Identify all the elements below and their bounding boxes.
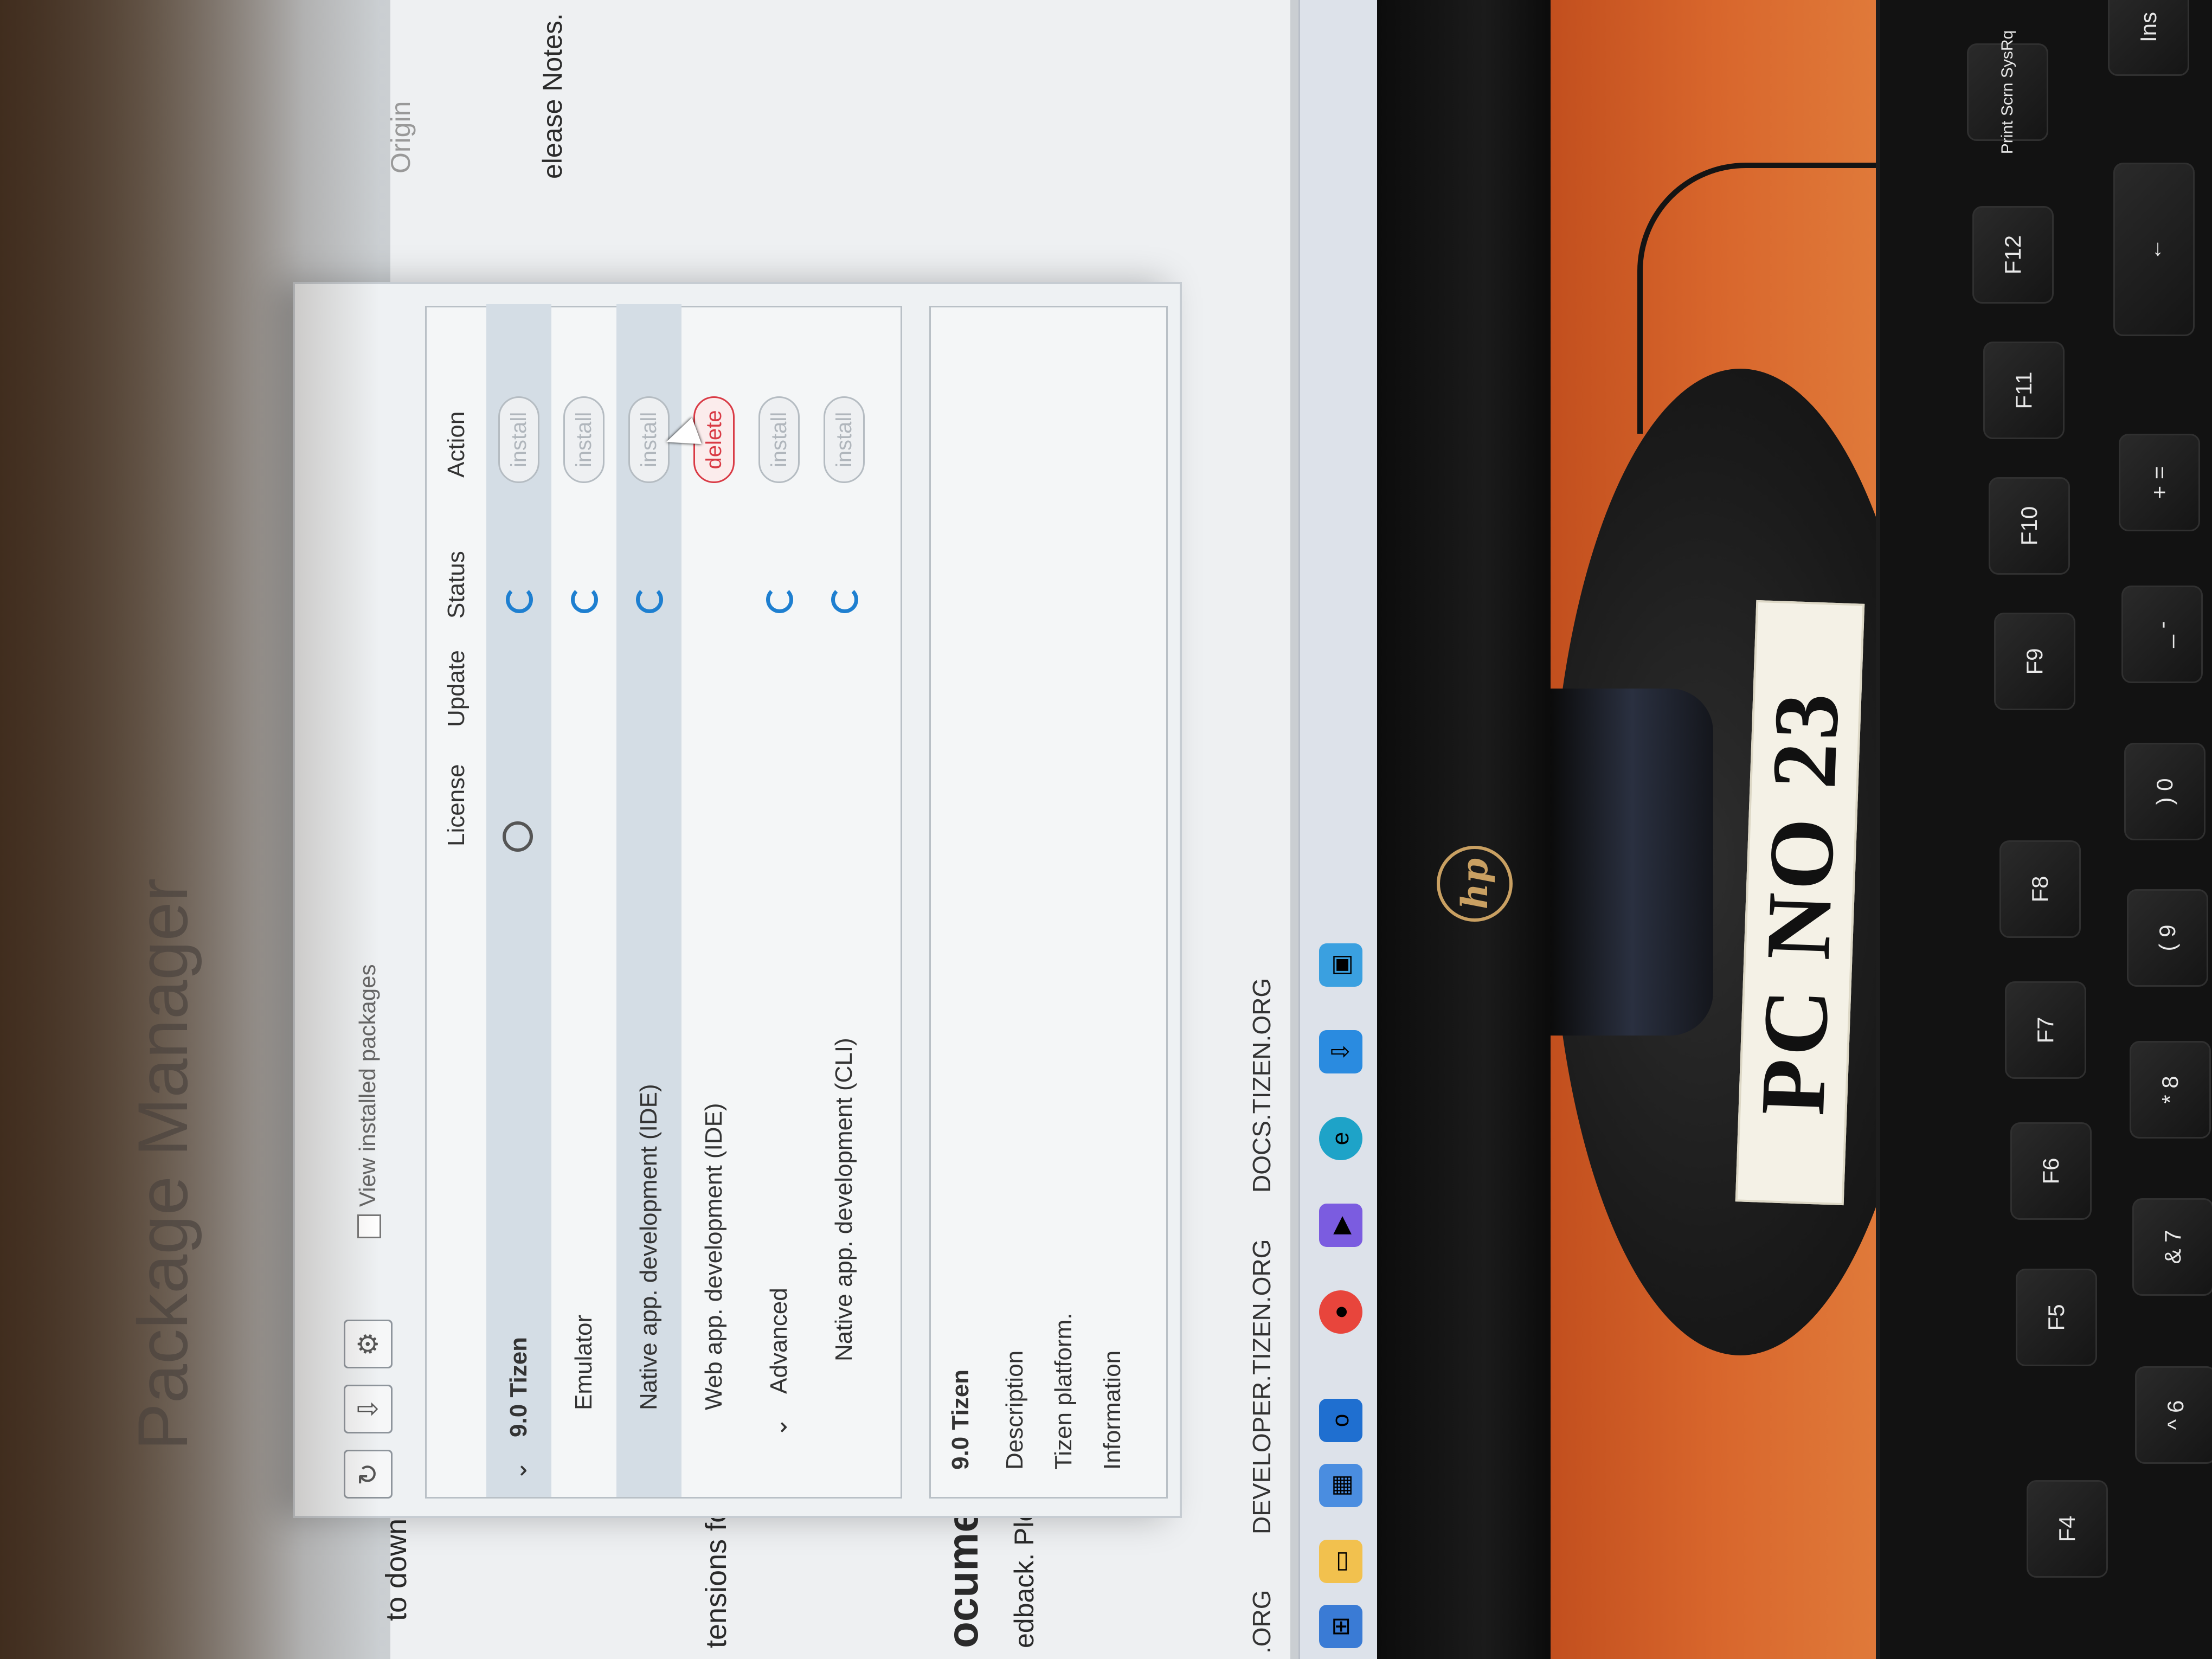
description-label: Description — [1001, 1350, 1028, 1470]
f12-key[interactable]: F12 — [1972, 206, 2054, 304]
windows-icon[interactable]: ⊞ — [1319, 1605, 1362, 1648]
install-button[interactable]: install — [824, 396, 865, 483]
information-label: Information — [1099, 1350, 1126, 1470]
install-button[interactable]: install — [563, 396, 605, 483]
backspace-key[interactable]: ← — [2113, 163, 2195, 336]
package-row[interactable]: Web app. development (IDE) delete — [681, 304, 747, 1497]
outlook-icon[interactable]: o — [1319, 1399, 1362, 1442]
refresh-icon[interactable]: ↻ — [344, 1450, 393, 1499]
status-ring-icon — [506, 586, 533, 613]
docs-link[interactable]: DOCS.TIZEN.ORG — [1247, 978, 1276, 1193]
package-manager-dialog: ↻ ⇩ ⚙ View installed packages License Up… — [293, 282, 1182, 1518]
hp-logo: hp — [1437, 846, 1513, 922]
keyboard: Print Scrn SysRq F12 F11 F10 F9 F8 F7 F6… — [1876, 0, 2212, 1659]
release-notes-text: elease Notes. — [537, 13, 568, 179]
column-status[interactable]: Status — [427, 551, 486, 619]
eight-key[interactable]: * 8 — [2130, 1041, 2211, 1139]
f10-key[interactable]: F10 — [1989, 477, 2070, 575]
status-ring-icon — [636, 586, 663, 613]
extensions-text: tensions fo — [700, 1506, 732, 1648]
f9-key[interactable]: F9 — [1994, 613, 2075, 710]
developer-link[interactable]: DEVELOPER.TIZEN.ORG — [1247, 1239, 1276, 1534]
settings-icon[interactable]: ⚙ — [344, 1320, 393, 1368]
nine-key[interactable]: ( 9 — [2127, 889, 2208, 987]
column-license[interactable]: License — [427, 764, 486, 846]
origin-text: Origin — [385, 101, 416, 173]
vlc-icon[interactable]: ▶ — [1319, 1204, 1362, 1247]
install-button[interactable]: install — [628, 396, 670, 483]
download-icon[interactable]: ⇩ — [1319, 1030, 1362, 1073]
app-icon[interactable]: ▣ — [1319, 943, 1362, 987]
package-row[interactable]: ⌄ Advanced install — [747, 304, 812, 1497]
status-ring-icon — [571, 586, 598, 613]
minus-key[interactable]: _ - — [2121, 586, 2203, 683]
monitor-screen: elease Notes. to down tensions fo ocumen… — [0, 0, 1380, 1659]
view-installed-label: View installed packages — [355, 964, 380, 1207]
view-installed-checkbox[interactable]: View installed packages — [355, 964, 381, 1238]
taskbar: ⊞ ▭ ▦ o ● ▶ e ⇩ ▣ — [1298, 0, 1380, 1659]
f8-key[interactable]: F8 — [1999, 840, 2081, 938]
install-button[interactable]: install — [498, 396, 539, 483]
details-title: 9.0 Tizen — [947, 1369, 974, 1470]
seven-key[interactable]: & 7 — [2132, 1198, 2212, 1296]
package-name: 9.0 Tizen — [505, 1336, 532, 1437]
file-explorer-icon[interactable]: ▭ — [1319, 1540, 1362, 1583]
insert-key[interactable]: Ins — [2108, 0, 2189, 76]
f7-key[interactable]: F7 — [2005, 981, 2086, 1079]
package-name: Native app. development (CLI) — [831, 1038, 857, 1361]
monitor-stand-neck — [1551, 689, 1713, 1036]
zero-key[interactable]: ) 0 — [2124, 743, 2205, 840]
f4-key[interactable]: F4 — [2027, 1480, 2108, 1578]
details-panel: 9.0 Tizen Description Tizen platform. In… — [929, 306, 1168, 1499]
to-down-text: to down — [380, 1518, 413, 1621]
license-icon[interactable] — [503, 821, 533, 852]
package-row[interactable]: Native app. development (CLI) install — [812, 304, 877, 1497]
status-ring-icon — [766, 586, 793, 613]
column-action[interactable]: Action — [427, 411, 486, 478]
dialog-content: ↻ ⇩ ⚙ View installed packages License Up… — [295, 284, 1184, 1520]
status-ring-icon — [831, 586, 858, 613]
package-name: Advanced — [766, 1288, 792, 1394]
org-link[interactable]: .ORG — [1247, 1590, 1276, 1654]
f6-key[interactable]: F6 — [2010, 1122, 2092, 1220]
package-name: Native app. development (IDE) — [635, 1084, 662, 1410]
install-icon[interactable]: ⇩ — [344, 1385, 393, 1433]
column-update[interactable]: Update — [427, 650, 486, 727]
six-key[interactable]: ^ 6 — [2135, 1366, 2212, 1464]
widgets-icon[interactable]: ▦ — [1319, 1464, 1362, 1507]
description-text: Tizen platform. — [1050, 1313, 1077, 1470]
package-name: Web app. development (IDE) — [700, 1103, 727, 1410]
package-manager-title: Package Manager — [123, 878, 202, 1450]
print-screen-key[interactable]: Print Scrn SysRq — [1967, 30, 2048, 154]
equals-key[interactable]: + = — [2119, 434, 2200, 531]
f11-key[interactable]: F11 — [1983, 342, 2065, 439]
pc-number-text: PC NO 23 — [1741, 688, 1859, 1117]
checkbox-box[interactable] — [357, 1214, 381, 1238]
edge-icon[interactable]: e — [1319, 1117, 1362, 1160]
dialog-toolbar: ↻ ⇩ ⚙ View installed packages — [338, 306, 398, 1499]
chevron-down-icon[interactable]: ⌄ — [486, 1461, 551, 1481]
f5-key[interactable]: F5 — [2016, 1269, 2097, 1366]
photo-scene: elease Notes. to down tensions fo ocumen… — [0, 0, 2212, 1659]
package-row[interactable]: Emulator install — [551, 304, 616, 1497]
package-row[interactable]: Native app. development (IDE) install — [616, 304, 681, 1497]
chevron-down-icon[interactable]: ⌄ — [747, 1417, 812, 1437]
pc-number-label: PC NO 23 — [1735, 600, 1865, 1206]
package-row[interactable]: ⌄ 9.0 Tizen install — [486, 304, 551, 1497]
install-button[interactable]: install — [758, 396, 800, 483]
chrome-icon[interactable]: ● — [1319, 1290, 1362, 1334]
package-table: License Update Status Action ⌄ 9.0 Tizen… — [425, 304, 902, 1499]
package-name: Emulator — [570, 1314, 597, 1410]
monitor-bezel: hp — [1377, 0, 1556, 1659]
